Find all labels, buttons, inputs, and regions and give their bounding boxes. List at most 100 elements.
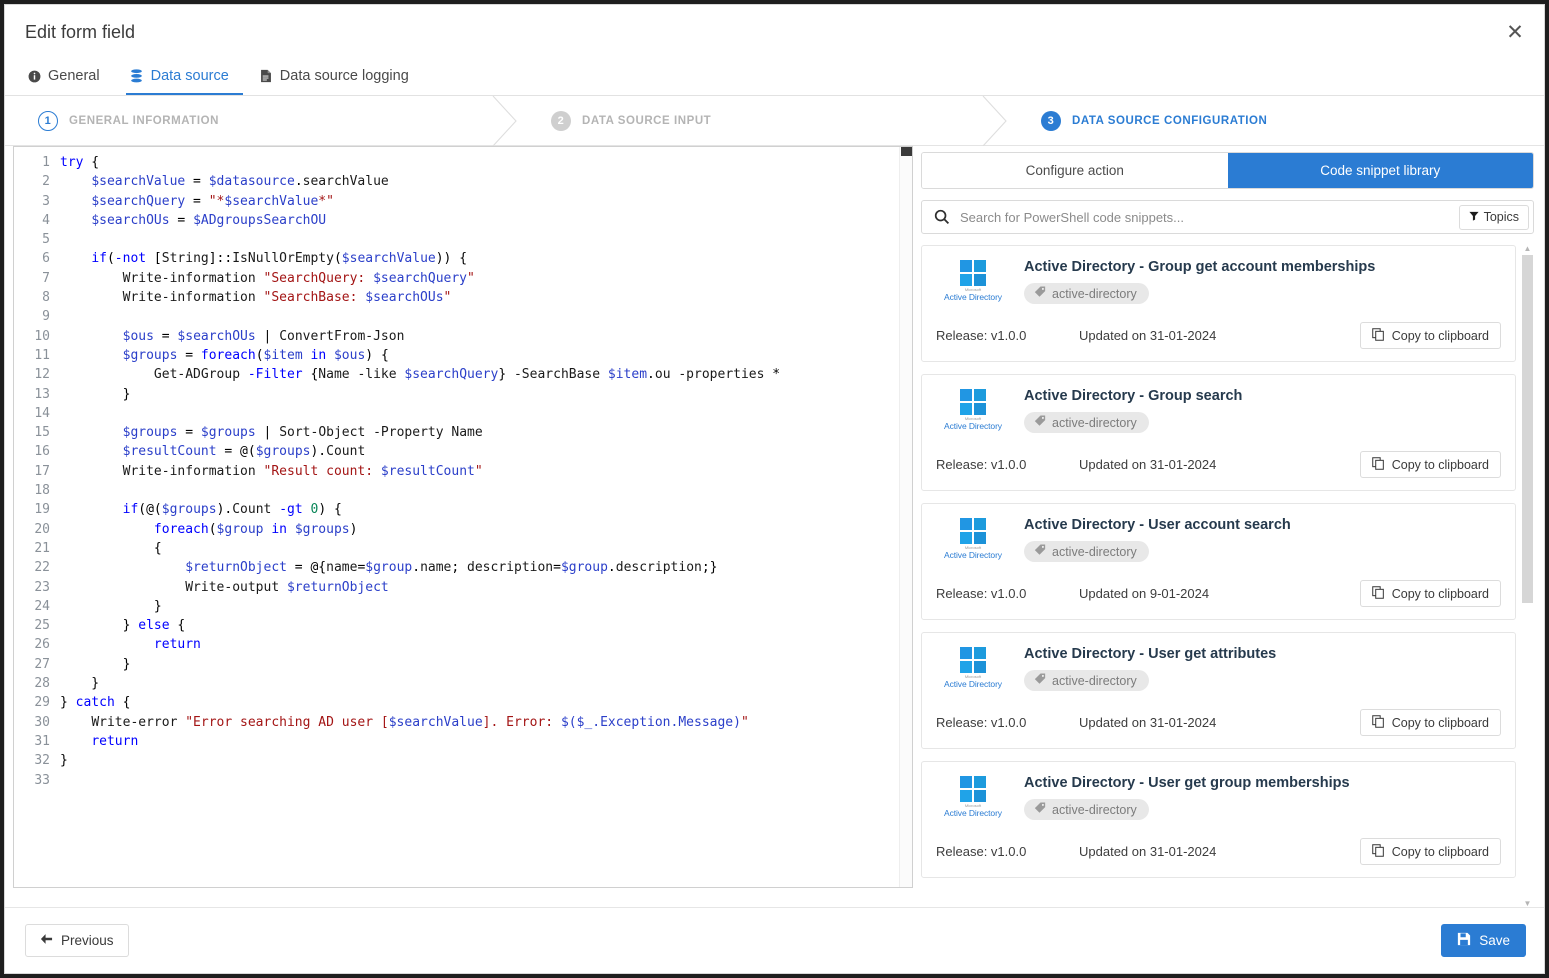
snippet-title: Active Directory - User get group member… (1024, 775, 1350, 791)
copy-to-clipboard-button[interactable]: Copy to clipboard (1359, 451, 1501, 478)
copy-button-label: Copy to clipboard (1391, 844, 1489, 859)
logo-label: Active Directory (944, 421, 1002, 431)
line-number: 5 (42, 232, 50, 248)
snippet-updated: Updated on 31-01-2024 (1079, 328, 1217, 343)
snippet-updated: Updated on 31-01-2024 (1079, 715, 1217, 730)
code-line: $searchOUs = $ADgroupsSearchOU (91, 212, 327, 228)
copy-to-clipboard-button[interactable]: Copy to clipboard (1359, 709, 1501, 736)
code-content[interactable]: try { $searchValue = $datasource.searchV… (60, 153, 912, 887)
code-editor-inner: 1 2 3 4 5 6 7 8 9 10 11 12 13 14 15 16 17 18 19 20 21 22 23 24 2… (14, 147, 912, 887)
snippet-card-top: Microsoft Active Directory Active Director… (936, 386, 1501, 433)
snippet-card[interactable]: Microsoft Active Directory Active Director… (921, 503, 1516, 620)
snippet-updated: Updated on 31-01-2024 (1079, 844, 1217, 859)
snippet-tag[interactable]: active-directory (1024, 412, 1149, 433)
snippet-panel: Configure action Code snippet library To… (913, 146, 1544, 907)
snippet-tag[interactable]: active-directory (1024, 670, 1149, 691)
copy-to-clipboard-button[interactable]: Copy to clipboard (1359, 838, 1501, 865)
code-line: } (60, 656, 131, 672)
line-number: 14 (34, 405, 50, 421)
tab-data-source[interactable]: Data source (125, 59, 243, 95)
snippet-tag[interactable]: active-directory (1024, 541, 1149, 562)
code-line: Write-information "SearchBase: $searchOU… (122, 290, 452, 306)
snippet-tag-label: active-directory (1052, 802, 1137, 817)
step-number: 3 (1041, 110, 1061, 131)
line-number: 27 (34, 656, 50, 672)
tab-data-source-logging[interactable]: Data source logging (255, 59, 423, 95)
snippet-updated: Updated on 9-01-2024 (1079, 586, 1210, 601)
step-general-information[interactable]: 1 GENERAL INFORMATION (5, 96, 518, 146)
line-number: 31 (34, 733, 50, 749)
snippet-title: Active Directory - User account search (1024, 517, 1291, 533)
active-directory-logo-icon: Microsoft Active Directory (936, 515, 1010, 562)
snippet-title: Active Directory - Group get account mem… (1024, 259, 1376, 275)
step-data-source-configuration[interactable]: 3 DATA SOURCE CONFIGURATION (1008, 96, 1544, 145)
snippet-updated: Updated on 31-01-2024 (1079, 457, 1217, 472)
page-title: Edit form field (25, 21, 136, 42)
tag-icon (1034, 802, 1046, 817)
line-number: 20 (34, 521, 50, 537)
code-line: if(@($groups).Count -gt 0) { (122, 502, 342, 518)
info-icon (27, 70, 41, 83)
tab-general[interactable]: General (23, 59, 114, 95)
scroll-up-arrow-icon[interactable]: ▲ (1523, 245, 1532, 253)
editor-scrollbar-thumb[interactable] (901, 147, 912, 156)
line-number: 2 (42, 174, 50, 190)
editor-vertical-scrollbar[interactable] (899, 147, 912, 887)
snippet-tag[interactable]: active-directory (1024, 283, 1149, 304)
copy-to-clipboard-button[interactable]: Copy to clipboard (1359, 580, 1501, 607)
snippet-title: Active Directory - Group search (1024, 388, 1243, 404)
line-number: 11 (34, 347, 50, 363)
code-editor[interactable]: 1 2 3 4 5 6 7 8 9 10 11 12 13 14 15 16 17 18 19 20 21 22 23 24 2… (13, 146, 913, 888)
clipboard-icon (1371, 327, 1385, 344)
line-number: 17 (34, 463, 50, 479)
snippet-tag[interactable]: active-directory (1024, 799, 1149, 820)
tab-configure-action[interactable]: Configure action (922, 153, 1228, 188)
copy-button-label: Copy to clipboard (1391, 586, 1489, 601)
tab-code-snippet-library[interactable]: Code snippet library (1227, 153, 1533, 188)
tab-data-source-label: Data source (150, 68, 229, 84)
line-number: 33 (34, 772, 50, 788)
logo-label: Active Directory (944, 679, 1002, 689)
logo-label: Active Directory (944, 808, 1002, 818)
snippet-card-bottom: Release: v1.0.0 Updated on 31-01-2024 Copy… (936, 322, 1501, 361)
previous-button[interactable]: Previous (25, 924, 129, 957)
code-line: return (153, 637, 201, 653)
line-number: 21 (34, 540, 50, 556)
topics-button[interactable]: Topics (1458, 204, 1529, 230)
scrollbar-thumb[interactable] (1522, 255, 1533, 603)
line-number: 15 (34, 425, 50, 441)
code-line: $groups = $groups | Sort-Object -Propert… (122, 425, 483, 441)
line-number: 10 (34, 328, 50, 344)
tag-icon (1034, 544, 1046, 559)
line-number: 26 (34, 637, 50, 653)
snippet-card[interactable]: Microsoft Active Directory Active Director… (921, 374, 1516, 491)
line-number: 32 (34, 753, 50, 769)
step-data-source-input[interactable]: 2 DATA SOURCE INPUT (518, 96, 1008, 146)
search-input[interactable] (950, 209, 1459, 225)
snippet-card[interactable]: Microsoft Active Directory Active Director… (921, 632, 1516, 749)
snippet-list-scrollbar[interactable]: ▲ ▼ (1521, 245, 1534, 907)
tag-icon (1034, 673, 1046, 688)
code-line: Write-information "SearchQuery: $searchQ… (122, 270, 475, 286)
close-icon[interactable]: ✕ (1500, 17, 1530, 47)
copy-button-label: Copy to clipboard (1391, 328, 1489, 343)
snippet-list: Microsoft Active Directory Active Director… (921, 245, 1534, 907)
code-line: Write-output $returnObject (185, 579, 389, 595)
panel-segmented-control: Configure action Code snippet library (921, 152, 1534, 189)
active-directory-logo-icon: Microsoft Active Directory (936, 644, 1010, 691)
snippet-tag-label: active-directory (1052, 544, 1137, 559)
scroll-down-arrow-icon[interactable]: ▼ (1523, 900, 1532, 908)
windows-icon (960, 776, 986, 802)
snippet-card[interactable]: Microsoft Active Directory Active Director… (921, 761, 1516, 878)
line-number: 29 (34, 695, 50, 711)
tag-icon (1034, 415, 1046, 430)
save-button[interactable]: Save (1441, 924, 1526, 957)
copy-to-clipboard-button[interactable]: Copy to clipboard (1359, 322, 1501, 349)
line-number: 28 (34, 676, 50, 692)
line-number: 7 (42, 270, 50, 286)
snippet-card[interactable]: Microsoft Active Directory Active Director… (921, 245, 1516, 362)
database-icon (130, 69, 144, 83)
